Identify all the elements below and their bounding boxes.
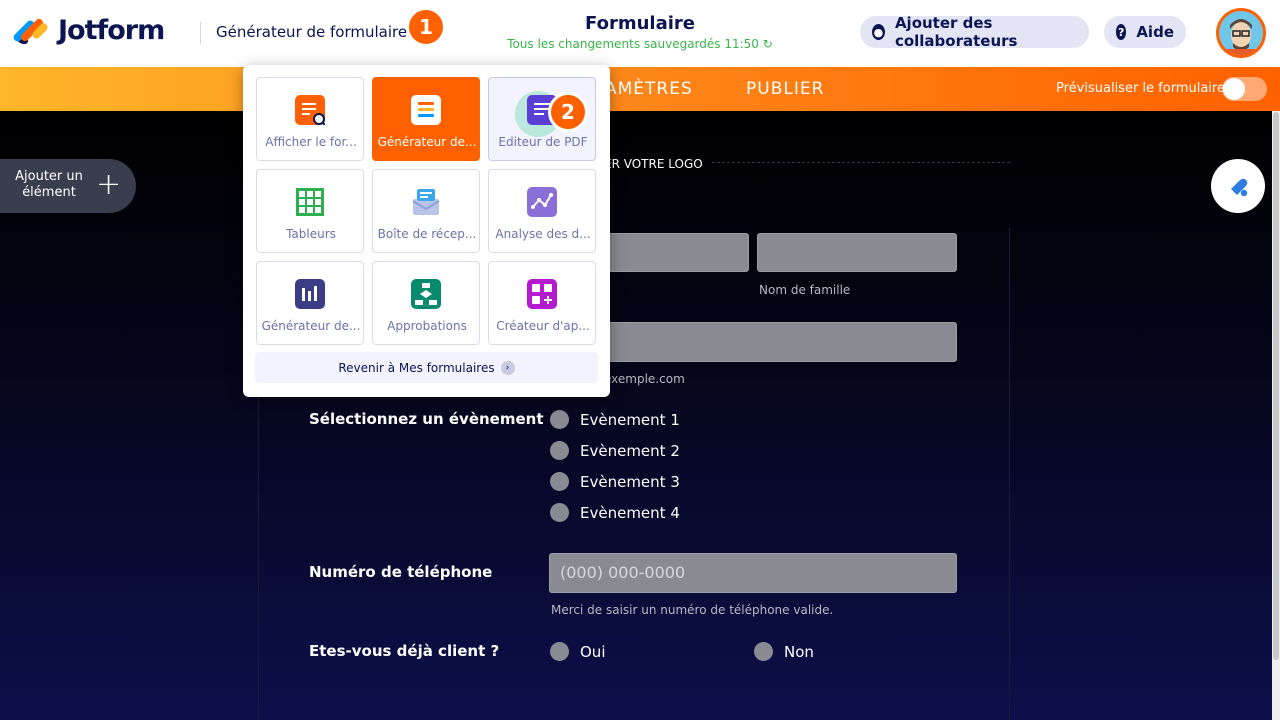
help-button[interactable]: ? Aide — [1104, 16, 1186, 48]
radio-event-2[interactable]: Evènement 2 — [550, 441, 680, 460]
report-builder-icon — [295, 279, 325, 309]
toggle-knob — [1223, 78, 1245, 100]
add-collaborators-label: Ajouter des collaborateurs — [894, 14, 1018, 50]
scrollbar-thumb[interactable] — [1273, 112, 1279, 660]
radio-circle — [550, 503, 569, 522]
tile-form-builder[interactable]: Générateur de... — [372, 77, 480, 161]
radio-client-no[interactable]: Non — [754, 642, 814, 661]
email-input[interactable] — [604, 322, 957, 362]
tile-approvals[interactable]: Approbations — [372, 261, 480, 345]
tile-label: Afficher le for... — [265, 135, 357, 149]
builder-nav-bar: AMÈTRES PUBLIER Prévisualiser le formula… — [0, 67, 1280, 111]
help-icon: ? — [1116, 24, 1127, 40]
approvals-icon — [411, 279, 441, 309]
form-view-icon — [295, 95, 326, 126]
paint-roller-icon — [1231, 178, 1248, 197]
tile-tables[interactable]: Tableurs — [256, 169, 364, 253]
avatar-image — [1219, 11, 1263, 55]
radio-label: Evènement 4 — [580, 503, 680, 522]
preview-form-label: Prévisualiser le formulaire — [1056, 81, 1225, 96]
form-builder-icon — [411, 95, 441, 125]
tile-label: Créateur d'ap... — [496, 319, 590, 333]
tile-label: Générateur de... — [377, 135, 477, 149]
tile-app-builder[interactable]: Créateur d'ap... — [488, 261, 596, 345]
add-logo-hint[interactable]: ER VOTRE LOGO — [604, 157, 703, 171]
add-element-label: Ajouter un élément — [15, 169, 83, 200]
tab-publish[interactable]: PUBLIER — [746, 79, 824, 99]
tile-label: Générateur de... — [261, 319, 361, 333]
tab-settings[interactable]: AMÈTRES — [605, 79, 693, 99]
tile-report-builder[interactable]: Générateur de... — [256, 261, 364, 345]
header-divider — [200, 22, 201, 44]
add-collaborators-button[interactable]: ● Ajouter des collaborateurs — [860, 14, 1089, 50]
preview-form-toggle[interactable] — [1222, 77, 1267, 101]
tile-analytics[interactable]: Analyse des d... — [488, 169, 596, 253]
phone-sublabel: Merci de saisir un numéro de téléphone v… — [551, 603, 834, 617]
tile-label: Editeur de PDF — [498, 135, 588, 149]
brand-name: Jotform — [58, 14, 165, 46]
radio-label: Evènement 2 — [580, 441, 680, 460]
plus-icon: + — [96, 167, 122, 202]
back-link-label: Revenir à Mes formulaires — [338, 360, 495, 375]
step-badge-2: 2 — [548, 92, 588, 132]
radio-event-3[interactable]: Evènement 3 — [550, 472, 680, 491]
chevron-right-icon: › — [500, 360, 515, 375]
form-title[interactable]: Formulaire — [540, 13, 740, 34]
tile-label: Tableurs — [286, 227, 336, 241]
logo-divider — [712, 162, 1010, 163]
phone-field-label: Numéro de téléphone — [309, 563, 493, 581]
jotform-logo[interactable]: Jotform — [11, 14, 165, 46]
email-sublabel: exemple.com — [604, 372, 685, 386]
radio-client-yes[interactable]: Oui — [550, 642, 605, 661]
tables-icon — [295, 187, 325, 217]
step-badge-1: 1 — [406, 7, 446, 47]
radio-circle — [550, 410, 569, 429]
radio-event-4[interactable]: Evènement 4 — [550, 503, 680, 522]
avatar[interactable] — [1216, 8, 1266, 58]
app-builder-icon — [527, 279, 557, 309]
client-field-label: Etes-vous déjà client ? — [309, 642, 500, 660]
tile-label: Analyse des d... — [495, 227, 591, 241]
inbox-icon — [411, 187, 441, 217]
radio-label: Evènement 3 — [580, 472, 680, 491]
phone-input[interactable]: (000) 000-0000 — [549, 553, 957, 593]
tile-label: Approbations — [387, 319, 467, 333]
event-field-label: Sélectionnez un évènement — [309, 410, 544, 428]
analytics-icon — [527, 187, 557, 217]
radio-circle — [550, 472, 569, 491]
radio-circle — [550, 441, 569, 460]
jotform-logo-icon — [11, 14, 50, 46]
radio-label: Evènement 1 — [580, 410, 680, 429]
radio-circle — [754, 642, 773, 661]
radio-label: Non — [784, 642, 814, 661]
builder-menu-button[interactable]: Générateur de formulaires — [216, 23, 415, 41]
radio-event-1[interactable]: Evènement 1 — [550, 410, 680, 429]
tile-inbox[interactable]: Boîte de récep... — [372, 169, 480, 253]
tile-label: Boîte de récep... — [377, 227, 477, 241]
top-bar: Jotform Générateur de formulaires 1 Form… — [0, 0, 1280, 67]
form-designer-button[interactable] — [1211, 159, 1265, 213]
last-name-input[interactable] — [757, 233, 957, 272]
back-to-my-forms-link[interactable]: Revenir à Mes formulaires › — [255, 352, 598, 383]
save-status: Tous les changements sauvegardés 11:50 ↻ — [507, 37, 773, 51]
radio-label: Oui — [580, 642, 606, 661]
help-label: Aide — [1136, 23, 1174, 41]
last-name-sublabel: Nom de famille — [759, 283, 851, 297]
user-icon: ● — [872, 24, 885, 40]
radio-circle — [550, 642, 569, 661]
first-name-input[interactable] — [604, 233, 749, 272]
tile-form-view[interactable]: Afficher le for... — [256, 77, 364, 161]
add-element-button[interactable]: Ajouter un élément + — [0, 159, 136, 213]
